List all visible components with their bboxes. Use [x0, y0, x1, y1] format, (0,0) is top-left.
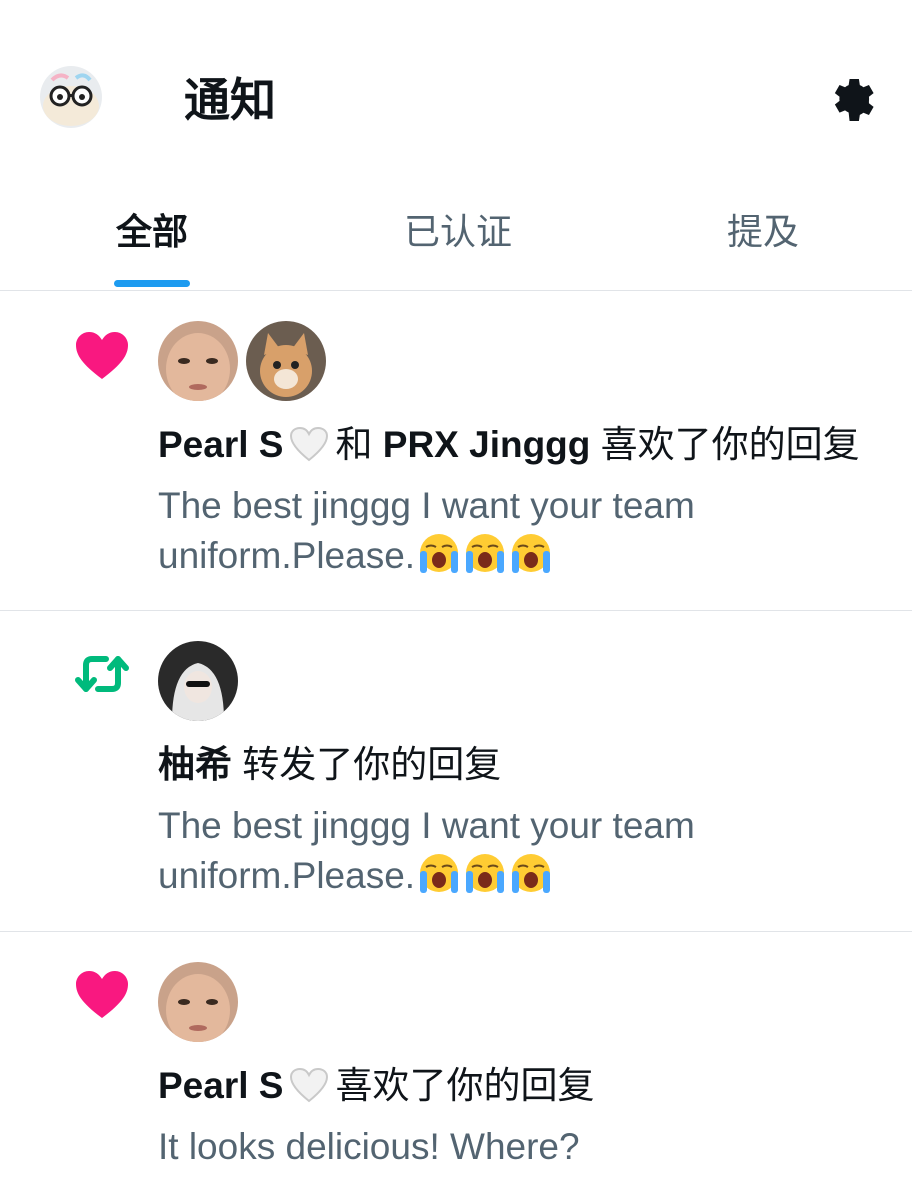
- user-photo-icon: [158, 962, 238, 1042]
- action-text: 转发了你的回复: [242, 744, 502, 785]
- user-avatar-icon: [40, 66, 102, 128]
- user-name[interactable]: PRX Jinggg: [383, 424, 591, 465]
- reply-text: It looks delicious! Where?: [158, 1126, 580, 1167]
- avatar[interactable]: [158, 321, 238, 401]
- user-photo-icon: [158, 641, 238, 721]
- user-name[interactable]: Pearl S: [158, 1065, 283, 1106]
- white-heart-icon: [289, 1067, 329, 1103]
- loudly-crying-face-icon: [509, 532, 553, 576]
- user-photo-icon: [158, 321, 238, 401]
- notification-item[interactable]: Pearl S 和 PRX Jinggg 喜欢了你的回复 The best jin…: [0, 291, 912, 611]
- loudly-crying-face-icon: [509, 852, 553, 896]
- loudly-crying-face-icon: [417, 852, 461, 896]
- notification-tabs: 全部 已认证 提及: [0, 190, 912, 291]
- reply-snippet: The best jinggg I want your team uniform…: [158, 801, 878, 901]
- user-name[interactable]: 柚希: [158, 744, 232, 785]
- heart-icon: [76, 971, 128, 1018]
- active-tab-indicator: [114, 280, 190, 287]
- avatar[interactable]: [158, 962, 238, 1042]
- profile-avatar[interactable]: [40, 66, 102, 128]
- cat-photo-icon: [246, 321, 326, 401]
- tab-all[interactable]: 全部: [116, 210, 188, 254]
- gear-icon: [834, 79, 874, 121]
- avatar[interactable]: [158, 641, 238, 721]
- retweet-icon: [75, 656, 129, 692]
- loudly-crying-face-icon: [463, 532, 507, 576]
- tab-mentions[interactable]: 提及: [727, 210, 799, 254]
- user-name[interactable]: Pearl S: [158, 424, 283, 465]
- settings-button[interactable]: [826, 72, 882, 128]
- heart-icon: [76, 332, 128, 379]
- white-heart-icon: [289, 426, 329, 462]
- action-text: 喜欢了你的回复: [600, 424, 860, 465]
- notification-item[interactable]: 柚希 转发了你的回复 The best jinggg I want your t…: [0, 611, 912, 932]
- avatar[interactable]: [246, 321, 326, 401]
- loudly-crying-face-icon: [417, 532, 461, 576]
- tab-verified[interactable]: 已认证: [404, 210, 512, 254]
- notification-summary: Pearl S 和 PRX Jinggg 喜欢了你的回复: [158, 422, 860, 468]
- notification-summary: 柚希 转发了你的回复: [158, 742, 501, 788]
- notification-summary: Pearl S 喜欢了你的回复: [158, 1063, 594, 1109]
- reply-snippet: The best jinggg I want your team uniform…: [158, 481, 878, 581]
- top-bar: 通知: [0, 0, 912, 190]
- action-text: 喜欢了你的回复: [335, 1065, 595, 1106]
- loudly-crying-face-icon: [463, 852, 507, 896]
- reply-snippet: It looks delicious! Where?: [158, 1122, 878, 1172]
- notification-item[interactable]: Pearl S 喜欢了你的回复 It looks delicious! Where…: [0, 932, 912, 1200]
- page-title: 通知: [184, 74, 276, 126]
- connector: 和: [335, 424, 373, 465]
